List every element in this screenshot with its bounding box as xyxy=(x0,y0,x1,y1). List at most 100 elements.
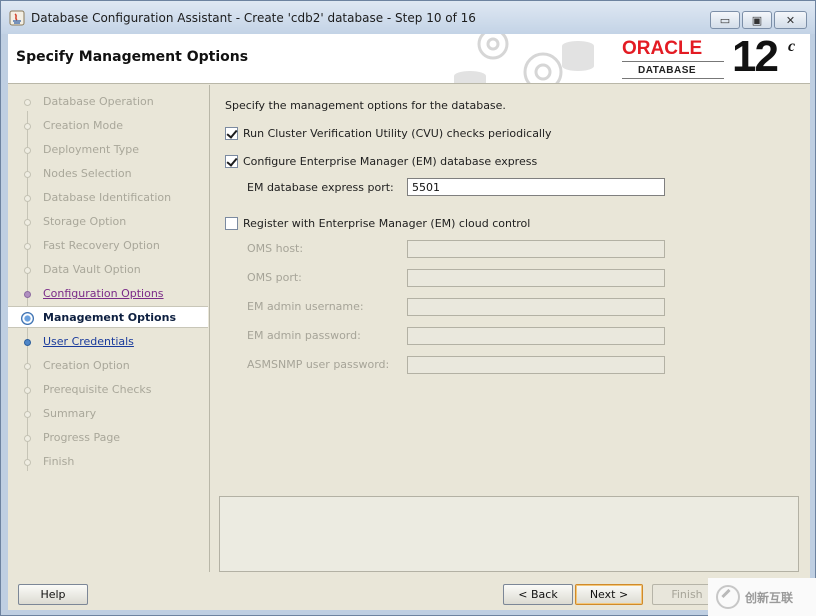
step-status-icon xyxy=(24,219,31,226)
step-label: Nodes Selection xyxy=(43,167,132,180)
page-title: Specify Management Options xyxy=(16,49,249,65)
step-fast-recovery-option: Fast Recovery Option xyxy=(8,235,208,257)
watermark: 创新互联 xyxy=(708,578,816,616)
next-button[interactable]: Next > xyxy=(575,584,643,605)
step-finish: Finish xyxy=(8,451,208,473)
minimize-icon: ▭ xyxy=(719,13,731,27)
step-label: Summary xyxy=(43,407,97,420)
title-bar[interactable]: Database Configuration Assistant - Creat… xyxy=(1,1,815,34)
button-bar: Help < Back Next > Finish xyxy=(8,572,810,610)
step-label: Creation Mode xyxy=(43,119,124,132)
dialog-client-area: Specify Management Options ORACLE DATABA… xyxy=(8,34,810,610)
step-creation-option: Creation Option xyxy=(8,355,208,377)
em-port-input[interactable] xyxy=(407,178,665,196)
watermark-text: 创新互联 xyxy=(745,590,794,605)
step-label: Database Identification xyxy=(43,191,172,204)
em-express-checkbox-label: Configure Enterprise Manager (EM) databa… xyxy=(243,154,538,168)
step-status-icon xyxy=(24,123,31,130)
step-data-vault-option: Data Vault Option xyxy=(8,259,208,281)
gears-graphic-icon xyxy=(454,34,594,83)
cloud-control-checkbox-label: Register with Enterprise Manager (EM) cl… xyxy=(243,216,531,230)
em-admin-password-input[interactable] xyxy=(407,327,665,345)
step-status-icon xyxy=(24,435,31,442)
em-express-checkbox[interactable] xyxy=(225,154,238,168)
step-label: Fast Recovery Option xyxy=(43,239,160,252)
step-status-icon xyxy=(24,171,31,178)
asmsnmp-password-input[interactable] xyxy=(407,356,665,374)
em-admin-username-input[interactable] xyxy=(407,298,665,316)
logo-divider xyxy=(622,78,724,79)
em-express-checkbox-row[interactable]: Configure Enterprise Manager (EM) databa… xyxy=(225,153,537,169)
step-configuration-options[interactable]: Configuration Options xyxy=(8,283,208,305)
version-number: 12 xyxy=(732,34,779,81)
oms-port-input[interactable] xyxy=(407,269,665,287)
step-label: Configuration Options xyxy=(43,287,164,300)
step-prerequisite-checks: Prerequisite Checks xyxy=(8,379,208,401)
back-button[interactable]: < Back xyxy=(503,584,573,605)
step-status-icon xyxy=(21,312,34,325)
maximize-button[interactable]: ▣ xyxy=(742,11,772,29)
asmsnmp-password-label: ASMSNMP user password: xyxy=(247,358,390,371)
java-app-icon xyxy=(9,10,25,26)
step-database-identification: Database Identification xyxy=(8,187,208,209)
cvu-checkbox-row[interactable]: Run Cluster Verification Utility (CVU) c… xyxy=(225,125,552,141)
oracle-wordmark: ORACLE xyxy=(622,38,703,59)
instructions-text: Specify the management options for the d… xyxy=(225,99,506,112)
dbca-window: Database Configuration Assistant - Creat… xyxy=(0,0,816,616)
help-button[interactable]: Help xyxy=(18,584,88,605)
management-options-panel: Specify the management options for the d… xyxy=(211,85,810,572)
logo-divider xyxy=(622,61,724,62)
step-storage-option: Storage Option xyxy=(8,211,208,233)
oms-host-input[interactable] xyxy=(407,240,665,258)
step-label: Progress Page xyxy=(43,431,121,444)
cvu-checkbox[interactable] xyxy=(225,126,238,140)
header-banner: Specify Management Options ORACLE DATABA… xyxy=(8,34,810,84)
close-button[interactable]: ✕ xyxy=(774,11,807,29)
step-label: Management Options xyxy=(43,311,176,324)
step-label: Deployment Type xyxy=(43,143,140,156)
step-management-options: Management Options xyxy=(8,306,208,328)
oms-port-label: OMS port: xyxy=(247,271,302,284)
step-status-icon xyxy=(24,411,31,418)
step-label: User Credentials xyxy=(43,335,134,348)
version-suffix: c xyxy=(788,38,796,55)
step-navigation: Database Operation Creation Mode Deploymen… xyxy=(8,85,210,572)
cvu-checkbox-label: Run Cluster Verification Utility (CVU) c… xyxy=(243,126,552,140)
oracle-logo: ORACLE DATABASE 12 c xyxy=(620,34,800,82)
step-label: Database Operation xyxy=(43,95,154,108)
step-status-icon xyxy=(24,243,31,250)
step-label: Data Vault Option xyxy=(43,263,141,276)
step-status-icon xyxy=(24,291,31,298)
step-nodes-selection: Nodes Selection xyxy=(8,163,208,185)
close-icon: ✕ xyxy=(785,13,796,27)
window-title: Database Configuration Assistant - Creat… xyxy=(31,11,476,25)
step-status-icon xyxy=(24,99,31,106)
step-creation-mode: Creation Mode xyxy=(8,115,208,137)
step-status-icon xyxy=(24,363,31,370)
step-summary: Summary xyxy=(8,403,208,425)
step-status-icon xyxy=(24,387,31,394)
step-user-credentials[interactable]: User Credentials xyxy=(8,331,208,353)
em-port-label: EM database express port: xyxy=(247,181,394,194)
step-status-icon xyxy=(24,339,31,346)
watermark-logo-icon xyxy=(716,585,740,609)
em-admin-username-label: EM admin username: xyxy=(247,300,364,313)
em-admin-password-label: EM admin password: xyxy=(247,329,361,342)
oms-host-label: OMS host: xyxy=(247,242,304,255)
step-label: Finish xyxy=(43,455,75,468)
step-label: Creation Option xyxy=(43,359,130,372)
step-progress-page: Progress Page xyxy=(8,427,208,449)
cloud-control-checkbox[interactable] xyxy=(225,216,238,230)
maximize-icon: ▣ xyxy=(751,13,763,27)
minimize-button[interactable]: ▭ xyxy=(710,11,740,29)
messages-panel xyxy=(219,496,799,572)
cloud-control-checkbox-row[interactable]: Register with Enterprise Manager (EM) cl… xyxy=(225,215,530,231)
step-status-icon xyxy=(24,267,31,274)
step-label: Storage Option xyxy=(43,215,127,228)
step-deployment-type: Deployment Type xyxy=(8,139,208,161)
step-status-icon xyxy=(24,195,31,202)
database-wordmark: DATABASE xyxy=(638,65,697,76)
step-status-icon xyxy=(24,147,31,154)
step-status-icon xyxy=(24,459,31,466)
step-database-operation: Database Operation xyxy=(8,91,208,113)
